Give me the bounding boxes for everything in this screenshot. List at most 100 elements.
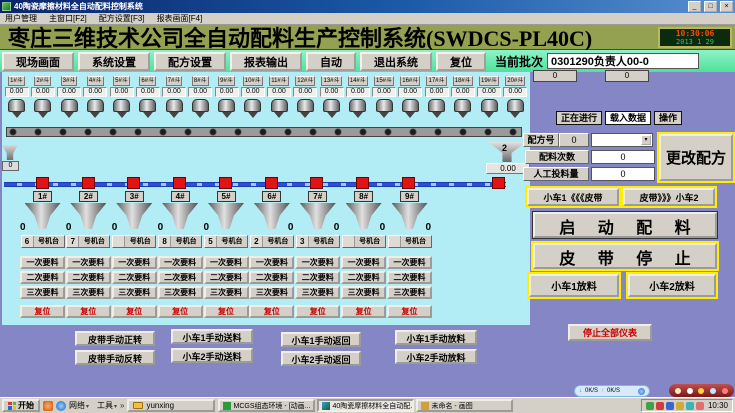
cart1-to-belt-button[interactable]: 小车1《《《皮带 [527,188,619,206]
request-material-1-button[interactable]: 一次要料 [20,256,65,269]
cart2-manual-drop-button[interactable]: 小车2手动放料 [395,349,477,364]
request-material-3-button[interactable]: 三次要料 [295,286,340,299]
request-material-3-button[interactable]: 三次要料 [341,286,386,299]
bin-reset-button[interactable]: 复位 [20,305,65,318]
taskbar-toolbar-item[interactable]: 网络▾ [69,400,89,411]
nav-button[interactable]: 配方设置 [154,52,226,71]
machine-station-label: 号机台 [355,236,385,247]
bin-reset-button[interactable]: 复位 [204,305,249,318]
request-material-3-button[interactable]: 三次要料 [20,286,65,299]
hopper-label: 11#斗 [269,76,289,86]
request-material-1-button[interactable]: 一次要料 [204,256,249,269]
bin-reset-button[interactable]: 复位 [295,305,340,318]
request-material-3-button[interactable]: 三次要料 [158,286,203,299]
bin-reset-button[interactable]: 复位 [158,305,203,318]
quick-launch-icon-2[interactable] [56,401,66,411]
request-material-1-button[interactable]: 一次要料 [341,256,386,269]
taskbar-toolbar-item[interactable]: 工具▾ [97,400,117,411]
cart-marker [310,177,323,189]
taskbar-task-button[interactable]: 40陶瓷摩擦材料全自动配... [317,399,414,412]
floating-toolbar-widget[interactable] [669,384,734,397]
nav-button[interactable]: 自动 [306,52,356,71]
request-material-2-button[interactable]: 二次要料 [295,271,340,284]
request-material-2-button[interactable]: 二次要料 [249,271,294,284]
request-material-2-button[interactable]: 二次要料 [66,271,111,284]
tray-icon[interactable] [646,402,654,410]
bin-reset-button[interactable]: 复位 [112,305,157,318]
request-material-2-button[interactable]: 二次要料 [112,271,157,284]
tray-icon[interactable] [696,402,704,410]
current-batch-input[interactable] [547,53,699,69]
widget-icon [675,388,681,394]
request-material-2-button[interactable]: 二次要料 [341,271,386,284]
tray-icon[interactable] [656,402,664,410]
net-speed-widget[interactable]: ↓0K/S↑0K/S [574,385,650,397]
hopper-label: 2#斗 [34,76,51,86]
request-material-1-button[interactable]: 一次要料 [158,256,203,269]
request-material-1-button[interactable]: 一次要料 [112,256,157,269]
nav-button[interactable]: 报表输出 [230,52,302,71]
taskbar-task-button[interactable]: MCGS组态环境 - [动画... [218,399,315,412]
cart1-manual-drop-button[interactable]: 小车1手动放料 [395,330,477,345]
quick-launch-icon-1[interactable] [43,401,53,411]
taskbar-task-button[interactable]: 未命名 - 画图 [416,399,513,412]
cart1-discharge-button[interactable]: 小车1放料 [529,274,619,297]
chevron-down-icon[interactable]: ▾ [641,135,651,145]
belt-manual-reverse-button[interactable]: 皮带手动反转 [75,350,155,365]
request-material-1-button[interactable]: 一次要料 [249,256,294,269]
bin-reset-button[interactable]: 复位 [66,305,111,318]
belt-stop-button[interactable]: 皮 带 停 止 [533,243,717,269]
belt-to-cart2-button[interactable]: 皮带》》》小车2 [623,188,715,206]
change-recipe-button[interactable]: 更改配方 [659,134,733,181]
tray-icon[interactable] [676,402,684,410]
nav-button[interactable]: 退出系统 [360,52,432,71]
nav-button[interactable]: 系统设置 [78,52,150,71]
request-material-3-button[interactable]: 三次要料 [66,286,111,299]
minimize-button[interactable]: _ [688,1,701,12]
request-material-2-button[interactable]: 二次要料 [204,271,249,284]
request-material-2-button[interactable]: 二次要料 [158,271,203,284]
tray-icon[interactable] [686,402,694,410]
nav-button[interactable]: 现场画面 [2,52,74,71]
cart1-manual-send-button[interactable]: 小车1手动送料 [171,329,253,344]
maximize-button[interactable]: □ [704,1,717,12]
widget-icon [698,388,704,394]
bin-reset-button[interactable]: 复位 [249,305,294,318]
request-material-1-button[interactable]: 一次要料 [295,256,340,269]
request-material-2-button[interactable]: 二次要料 [387,271,432,284]
request-material-3-button[interactable]: 三次要料 [387,286,432,299]
folder-task-button[interactable]: yunxing [127,399,215,412]
upload-icon: ↑ [601,388,604,394]
bin-reset-button[interactable]: 复位 [387,305,432,318]
close-button[interactable]: × [720,1,733,12]
machine-station-box: 2号机台 [250,235,294,248]
hopper-label: 12#斗 [295,76,315,86]
hopper-icon [243,99,262,118]
cart1-manual-return-button[interactable]: 小车1手动返回 [281,332,361,347]
tray-icon[interactable] [666,402,674,410]
request-material-3-button[interactable]: 三次要料 [249,286,294,299]
cart2-manual-send-button[interactable]: 小车2手动送料 [171,348,253,363]
cart-marker [82,177,95,189]
machine-station-number [343,236,355,247]
stop-all-meters-button[interactable]: 停止全部仪表 [568,324,652,341]
bins-row: 1#06号机台一次要料二次要料三次要料复位2#07号机台一次要料二次要料三次要料… [20,191,432,318]
hopper-icon [112,99,131,118]
recipe-select[interactable]: ▾ [591,133,653,147]
right-funnel-label: 2 [502,143,507,153]
nav-button[interactable]: 复位 [436,52,486,71]
start-button[interactable]: 开始 [2,399,40,412]
request-material-1-button[interactable]: 一次要料 [66,256,111,269]
start-batching-button[interactable]: 启 动 配 料 [533,212,717,238]
request-material-3-button[interactable]: 三次要料 [204,286,249,299]
bin-reset-button[interactable]: 复位 [341,305,386,318]
belt-manual-forward-button[interactable]: 皮带手动正转 [75,331,155,346]
nav-bar: 现场画面系统设置配方设置报表输出自动退出系统复位 当前批次 [0,50,735,72]
request-material-1-button[interactable]: 一次要料 [387,256,432,269]
hopper-column: 5#斗0.00 [109,76,134,118]
request-material-2-button[interactable]: 二次要料 [20,271,65,284]
chevron-more-icon[interactable]: » [120,401,124,410]
cart2-manual-return-button[interactable]: 小车2手动返回 [281,351,361,366]
request-material-3-button[interactable]: 三次要料 [112,286,157,299]
cart2-discharge-button[interactable]: 小车2放料 [628,274,716,297]
